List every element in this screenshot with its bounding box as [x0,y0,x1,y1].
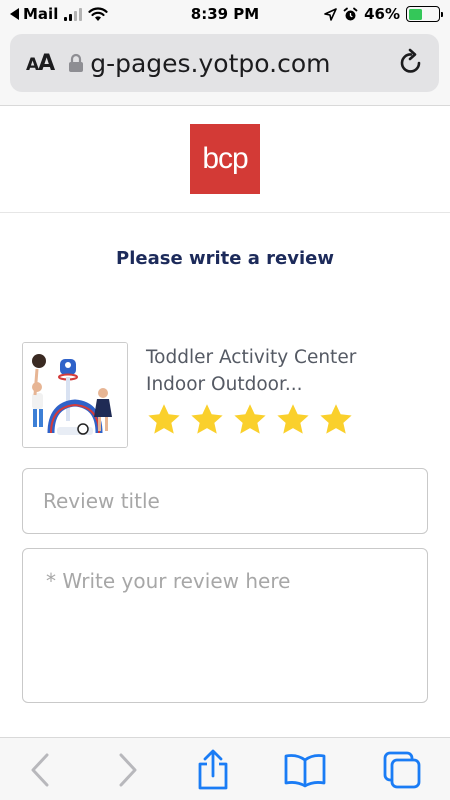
alarm-clock-icon [343,7,358,20]
share-icon [198,749,228,790]
status-right: 46% [324,5,443,23]
status-bar: Mail 8:39 PM 46% [0,0,450,32]
page-title: Please write a review [116,248,334,269]
tabs-button[interactable] [380,748,424,792]
product-illustration [23,343,127,447]
forward-icon [119,753,137,787]
battery-percent: 46% [364,5,400,23]
brand-logo[interactable]: bcp [190,124,260,194]
share-button[interactable] [191,748,235,792]
product-title-line-2: Indoor Outdoor... [146,374,303,395]
aa-large-label: A [38,50,55,76]
star-rating[interactable] [146,402,354,438]
reader-text-size-button[interactable]: AA [26,50,55,76]
browser-chrome-top: Mail 8:39 PM 46% AA g-pages.yotpo.com [0,0,450,106]
aa-small-label: A [26,54,39,75]
nav-back-button[interactable] [18,748,62,792]
review-title-input[interactable] [22,468,428,534]
reload-icon[interactable] [397,48,425,78]
star-icon[interactable] [189,402,225,438]
star-icon[interactable] [232,402,268,438]
site-header: bcp [0,106,450,213]
bookmarks-icon [284,754,326,788]
product-image [22,342,128,448]
bookmarks-button[interactable] [283,748,327,792]
back-icon [31,753,49,787]
star-icon[interactable] [275,402,311,438]
star-icon[interactable] [318,402,354,438]
url-text[interactable]: g-pages.yotpo.com [90,49,355,78]
browser-toolbar [0,737,450,800]
review-body-textarea[interactable] [22,548,428,703]
battery-tip [440,11,443,17]
tabs-icon [383,751,421,789]
nav-forward-button[interactable] [106,748,150,792]
star-icon[interactable] [146,402,182,438]
location-arrow-icon [324,7,337,21]
lock-icon [69,53,84,72]
brand-logo-text: bcp [202,142,248,175]
battery-icon [406,6,443,22]
battery-level-fill [408,8,422,20]
product-title: Toddler Activity Center Indoor Outdoor..… [146,344,426,398]
address-bar[interactable]: AA g-pages.yotpo.com [10,34,439,92]
product-title-line-1: Toddler Activity Center [146,347,357,368]
